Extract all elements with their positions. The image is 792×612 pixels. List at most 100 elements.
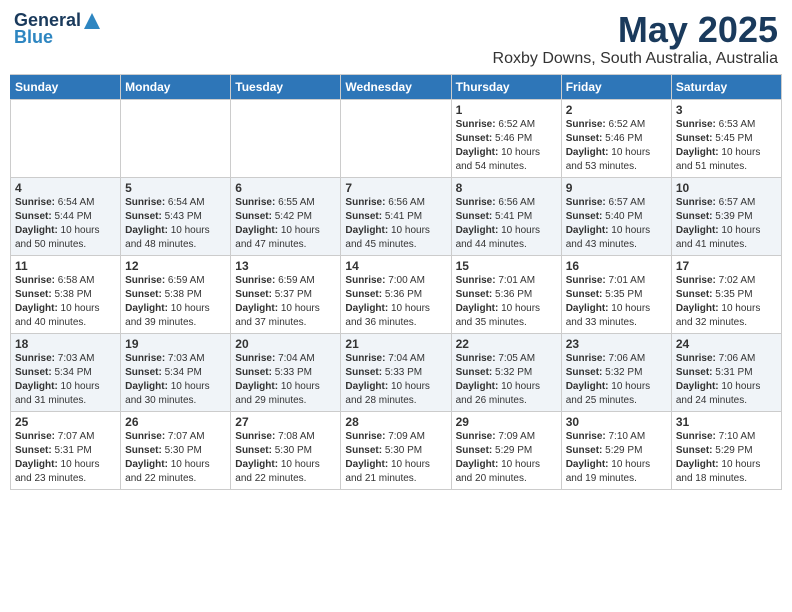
month-title: May 2025 bbox=[493, 10, 778, 50]
day-number: 16 bbox=[566, 259, 667, 273]
day-number: 26 bbox=[125, 415, 226, 429]
day-number: 27 bbox=[235, 415, 336, 429]
day-info: Sunrise: 6:59 AMSunset: 5:38 PMDaylight:… bbox=[125, 274, 226, 330]
calendar-cell bbox=[121, 99, 231, 177]
calendar-cell: 8Sunrise: 6:56 AMSunset: 5:41 PMDaylight… bbox=[451, 177, 561, 255]
day-number: 10 bbox=[676, 181, 777, 195]
calendar-cell: 15Sunrise: 7:01 AMSunset: 5:36 PMDayligh… bbox=[451, 255, 561, 333]
calendar-cell: 11Sunrise: 6:58 AMSunset: 5:38 PMDayligh… bbox=[11, 255, 121, 333]
day-number: 28 bbox=[345, 415, 446, 429]
calendar-cell: 14Sunrise: 7:00 AMSunset: 5:36 PMDayligh… bbox=[341, 255, 451, 333]
calendar-cell: 24Sunrise: 7:06 AMSunset: 5:31 PMDayligh… bbox=[671, 333, 781, 411]
day-info: Sunrise: 7:09 AMSunset: 5:30 PMDaylight:… bbox=[345, 430, 446, 486]
day-info: Sunrise: 6:54 AMSunset: 5:43 PMDaylight:… bbox=[125, 196, 226, 252]
day-info: Sunrise: 6:53 AMSunset: 5:45 PMDaylight:… bbox=[676, 118, 777, 174]
calendar-cell: 29Sunrise: 7:09 AMSunset: 5:29 PMDayligh… bbox=[451, 411, 561, 489]
calendar-cell: 22Sunrise: 7:05 AMSunset: 5:32 PMDayligh… bbox=[451, 333, 561, 411]
day-number: 7 bbox=[345, 181, 446, 195]
day-number: 13 bbox=[235, 259, 336, 273]
day-info: Sunrise: 7:07 AMSunset: 5:30 PMDaylight:… bbox=[125, 430, 226, 486]
calendar-cell: 23Sunrise: 7:06 AMSunset: 5:32 PMDayligh… bbox=[561, 333, 671, 411]
calendar-week-5: 25Sunrise: 7:07 AMSunset: 5:31 PMDayligh… bbox=[11, 411, 782, 489]
day-number: 11 bbox=[15, 259, 116, 273]
calendar-cell: 2Sunrise: 6:52 AMSunset: 5:46 PMDaylight… bbox=[561, 99, 671, 177]
day-info: Sunrise: 7:08 AMSunset: 5:30 PMDaylight:… bbox=[235, 430, 336, 486]
day-info: Sunrise: 7:03 AMSunset: 5:34 PMDaylight:… bbox=[125, 352, 226, 408]
calendar-week-1: 1Sunrise: 6:52 AMSunset: 5:46 PMDaylight… bbox=[11, 99, 782, 177]
day-info: Sunrise: 6:56 AMSunset: 5:41 PMDaylight:… bbox=[345, 196, 446, 252]
day-number: 18 bbox=[15, 337, 116, 351]
day-info: Sunrise: 6:59 AMSunset: 5:37 PMDaylight:… bbox=[235, 274, 336, 330]
day-number: 22 bbox=[456, 337, 557, 351]
day-number: 19 bbox=[125, 337, 226, 351]
day-info: Sunrise: 6:57 AMSunset: 5:40 PMDaylight:… bbox=[566, 196, 667, 252]
calendar-cell: 4Sunrise: 6:54 AMSunset: 5:44 PMDaylight… bbox=[11, 177, 121, 255]
day-info: Sunrise: 7:01 AMSunset: 5:36 PMDaylight:… bbox=[456, 274, 557, 330]
day-number: 21 bbox=[345, 337, 446, 351]
calendar-cell: 27Sunrise: 7:08 AMSunset: 5:30 PMDayligh… bbox=[231, 411, 341, 489]
calendar-cell: 5Sunrise: 6:54 AMSunset: 5:43 PMDaylight… bbox=[121, 177, 231, 255]
calendar-week-4: 18Sunrise: 7:03 AMSunset: 5:34 PMDayligh… bbox=[11, 333, 782, 411]
day-number: 14 bbox=[345, 259, 446, 273]
calendar-cell: 18Sunrise: 7:03 AMSunset: 5:34 PMDayligh… bbox=[11, 333, 121, 411]
logo-triangle-icon bbox=[83, 12, 101, 30]
day-info: Sunrise: 6:56 AMSunset: 5:41 PMDaylight:… bbox=[456, 196, 557, 252]
header-sunday: Sunday bbox=[11, 74, 121, 99]
day-number: 5 bbox=[125, 181, 226, 195]
day-number: 20 bbox=[235, 337, 336, 351]
day-info: Sunrise: 7:06 AMSunset: 5:32 PMDaylight:… bbox=[566, 352, 667, 408]
header-tuesday: Tuesday bbox=[231, 74, 341, 99]
logo: General Blue bbox=[14, 10, 101, 48]
header-saturday: Saturday bbox=[671, 74, 781, 99]
calendar-cell: 17Sunrise: 7:02 AMSunset: 5:35 PMDayligh… bbox=[671, 255, 781, 333]
day-info: Sunrise: 6:55 AMSunset: 5:42 PMDaylight:… bbox=[235, 196, 336, 252]
header-wednesday: Wednesday bbox=[341, 74, 451, 99]
day-info: Sunrise: 7:10 AMSunset: 5:29 PMDaylight:… bbox=[566, 430, 667, 486]
calendar-cell: 3Sunrise: 6:53 AMSunset: 5:45 PMDaylight… bbox=[671, 99, 781, 177]
day-info: Sunrise: 6:57 AMSunset: 5:39 PMDaylight:… bbox=[676, 196, 777, 252]
calendar-cell bbox=[341, 99, 451, 177]
day-info: Sunrise: 7:05 AMSunset: 5:32 PMDaylight:… bbox=[456, 352, 557, 408]
day-number: 25 bbox=[15, 415, 116, 429]
day-number: 31 bbox=[676, 415, 777, 429]
calendar-cell: 31Sunrise: 7:10 AMSunset: 5:29 PMDayligh… bbox=[671, 411, 781, 489]
header-thursday: Thursday bbox=[451, 74, 561, 99]
day-info: Sunrise: 7:04 AMSunset: 5:33 PMDaylight:… bbox=[235, 352, 336, 408]
calendar-week-2: 4Sunrise: 6:54 AMSunset: 5:44 PMDaylight… bbox=[11, 177, 782, 255]
day-info: Sunrise: 7:03 AMSunset: 5:34 PMDaylight:… bbox=[15, 352, 116, 408]
day-number: 30 bbox=[566, 415, 667, 429]
header-monday: Monday bbox=[121, 74, 231, 99]
day-info: Sunrise: 6:52 AMSunset: 5:46 PMDaylight:… bbox=[456, 118, 557, 174]
day-info: Sunrise: 7:01 AMSunset: 5:35 PMDaylight:… bbox=[566, 274, 667, 330]
calendar-cell bbox=[231, 99, 341, 177]
day-number: 17 bbox=[676, 259, 777, 273]
day-number: 12 bbox=[125, 259, 226, 273]
day-number: 3 bbox=[676, 103, 777, 117]
day-number: 24 bbox=[676, 337, 777, 351]
title-section: May 2025 Roxby Downs, South Australia, A… bbox=[493, 10, 778, 68]
day-info: Sunrise: 7:10 AMSunset: 5:29 PMDaylight:… bbox=[676, 430, 777, 486]
calendar-header-row: SundayMondayTuesdayWednesdayThursdayFrid… bbox=[11, 74, 782, 99]
day-info: Sunrise: 6:52 AMSunset: 5:46 PMDaylight:… bbox=[566, 118, 667, 174]
day-number: 9 bbox=[566, 181, 667, 195]
day-number: 8 bbox=[456, 181, 557, 195]
day-number: 6 bbox=[235, 181, 336, 195]
calendar-cell: 10Sunrise: 6:57 AMSunset: 5:39 PMDayligh… bbox=[671, 177, 781, 255]
day-number: 15 bbox=[456, 259, 557, 273]
day-number: 29 bbox=[456, 415, 557, 429]
day-info: Sunrise: 7:04 AMSunset: 5:33 PMDaylight:… bbox=[345, 352, 446, 408]
day-number: 23 bbox=[566, 337, 667, 351]
day-info: Sunrise: 7:00 AMSunset: 5:36 PMDaylight:… bbox=[345, 274, 446, 330]
day-info: Sunrise: 6:54 AMSunset: 5:44 PMDaylight:… bbox=[15, 196, 116, 252]
location-title: Roxby Downs, South Australia, Australia bbox=[493, 50, 778, 68]
calendar-cell: 21Sunrise: 7:04 AMSunset: 5:33 PMDayligh… bbox=[341, 333, 451, 411]
day-info: Sunrise: 7:09 AMSunset: 5:29 PMDaylight:… bbox=[456, 430, 557, 486]
day-info: Sunrise: 6:58 AMSunset: 5:38 PMDaylight:… bbox=[15, 274, 116, 330]
calendar-cell: 30Sunrise: 7:10 AMSunset: 5:29 PMDayligh… bbox=[561, 411, 671, 489]
calendar-cell: 26Sunrise: 7:07 AMSunset: 5:30 PMDayligh… bbox=[121, 411, 231, 489]
calendar-cell: 6Sunrise: 6:55 AMSunset: 5:42 PMDaylight… bbox=[231, 177, 341, 255]
calendar-week-3: 11Sunrise: 6:58 AMSunset: 5:38 PMDayligh… bbox=[11, 255, 782, 333]
calendar-cell: 19Sunrise: 7:03 AMSunset: 5:34 PMDayligh… bbox=[121, 333, 231, 411]
calendar-cell: 16Sunrise: 7:01 AMSunset: 5:35 PMDayligh… bbox=[561, 255, 671, 333]
calendar-cell: 25Sunrise: 7:07 AMSunset: 5:31 PMDayligh… bbox=[11, 411, 121, 489]
